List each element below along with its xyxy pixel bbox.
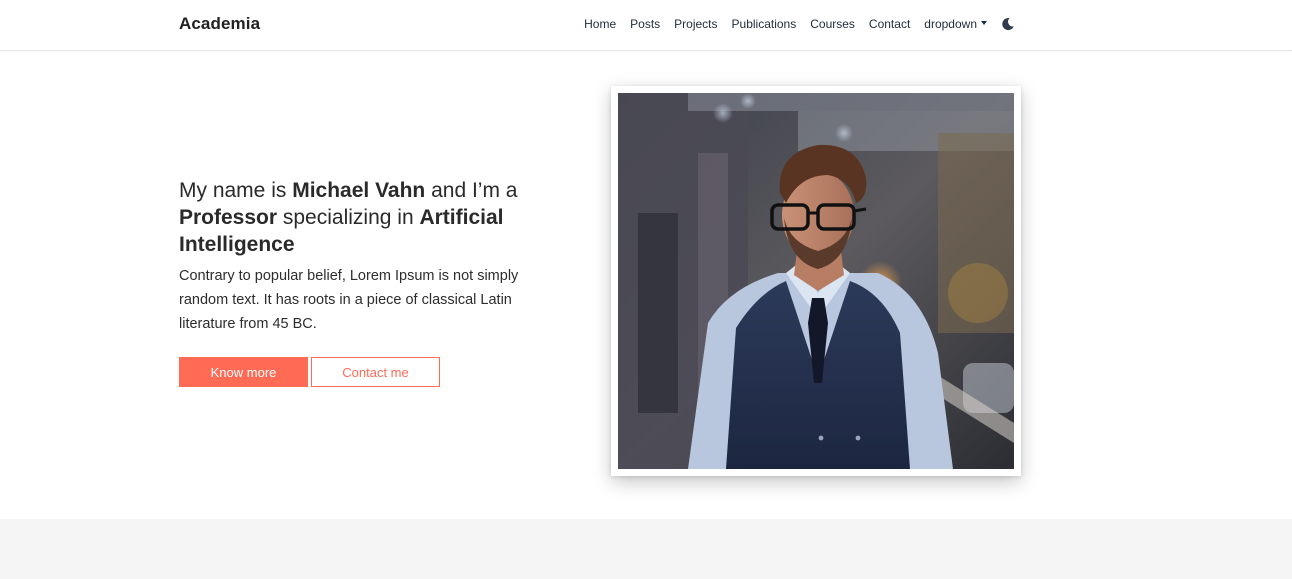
nav-links: Home Posts Projects Publications Courses… [584,17,1015,31]
moon-icon[interactable] [1001,17,1015,31]
caret-down-icon [981,21,987,25]
nav-dropdown-label: dropdown [924,17,977,31]
nav-dropdown-toggle[interactable]: dropdown [924,17,987,31]
contact-me-button[interactable]: Contact me [311,357,440,387]
profile-photo [618,93,1014,469]
headline-text-3: specializing in [277,206,420,229]
headline-text-1: My name is [179,179,293,202]
nav-link-home[interactable]: Home [584,17,616,31]
next-section-band [0,519,1292,579]
site-brand[interactable]: Academia [179,14,260,34]
headline-role: Professor [179,206,278,229]
headline-text-2: and I’m a [425,179,518,202]
nav-link-courses[interactable]: Courses [810,17,855,31]
navbar: Academia Home Posts Projects Publication… [0,0,1292,51]
know-more-button[interactable]: Know more [179,357,308,387]
hero-section: My name is Michael Vahn and I’m a Profes… [0,52,1292,519]
hero-description: Contrary to popular belief, Lorem Ipsum … [179,268,519,332]
hero-headline: My name is Michael Vahn and I’m a Profes… [179,177,579,258]
nav-link-publications[interactable]: Publications [732,17,797,31]
nav-link-posts[interactable]: Posts [630,17,660,31]
profile-photo-frame [611,86,1021,476]
nav-link-contact[interactable]: Contact [869,17,910,31]
nav-link-projects[interactable]: Projects [674,17,717,31]
headline-name: Michael Vahn [292,179,426,202]
